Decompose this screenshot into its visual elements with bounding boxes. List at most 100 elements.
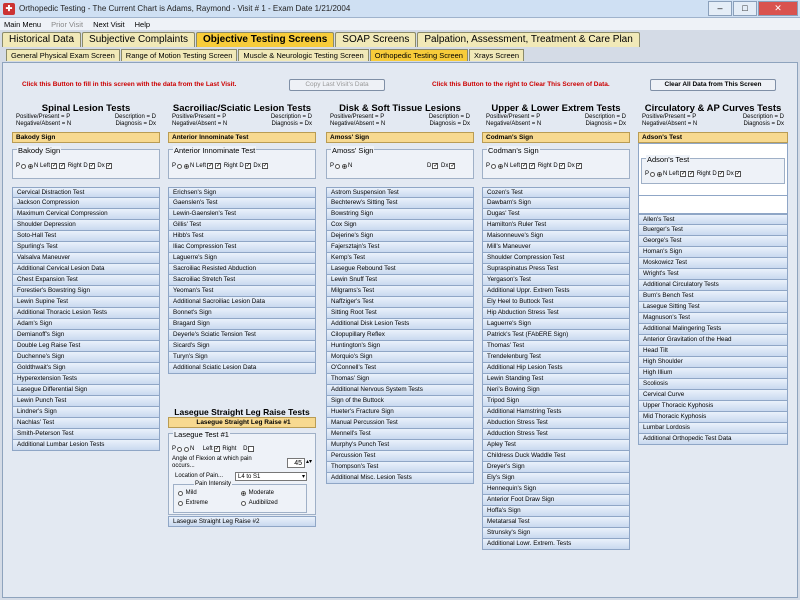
test-button[interactable]: Demianoff's Sign [12, 330, 160, 341]
neutral-radio[interactable] [342, 163, 348, 169]
test-button[interactable]: Homan's Sign [638, 247, 788, 258]
test-button[interactable]: Additional Circulatory Tests [638, 280, 788, 291]
d-checkbox[interactable]: ✓ [432, 163, 438, 169]
test-button[interactable]: Additional Nervous System Tests [326, 385, 474, 396]
test-button[interactable]: Chest Expansion Test [12, 275, 160, 286]
test-button[interactable]: Nachlas' Test [12, 418, 160, 429]
test-button[interactable]: Metatarsal Test [482, 517, 630, 528]
d-checkbox[interactable] [248, 446, 255, 452]
test-button[interactable]: Burn's Bench Test [638, 291, 788, 302]
test-button[interactable]: Double Leg Raise Test [12, 341, 160, 352]
test-button[interactable]: Abduction Stress Test [482, 418, 630, 429]
neutral-radio[interactable] [657, 171, 663, 177]
test-button[interactable]: Adam's Sign [12, 319, 160, 330]
test-button[interactable]: Strunsky's Sign [482, 528, 630, 539]
test-button[interactable]: Tripod Sign [482, 396, 630, 407]
test-button[interactable]: Smith-Peterson Test [12, 429, 160, 440]
test-button[interactable]: Additional Thoracic Lesion Tests [12, 308, 160, 319]
test-button[interactable]: Additional Sciatic Lesion Data [168, 363, 316, 374]
positive-radio[interactable] [335, 163, 341, 169]
test-button[interactable]: O'Connell's Test [326, 363, 474, 374]
positive-radio[interactable] [21, 163, 27, 169]
test-button[interactable]: Manual Percussion Test [326, 418, 474, 429]
d-checkbox[interactable]: ✓ [244, 163, 251, 169]
test-button[interactable]: Goldthwait's Sign [12, 363, 160, 374]
test-button[interactable]: Astrom Suspension Test [326, 187, 474, 198]
left-checkbox[interactable]: ✓ [51, 163, 57, 169]
test-button[interactable]: Patrick's Test (FAbERE Sign) [482, 330, 630, 341]
test-button[interactable]: Murphy's Punch Test [326, 440, 474, 451]
menu-help[interactable]: Help [135, 20, 150, 29]
test-button[interactable]: Morquio's Sign [326, 352, 474, 363]
test-button[interactable]: Hibb's Test [168, 231, 316, 242]
test-button[interactable]: Additional Misc. Lesion Tests [326, 473, 474, 484]
test-button[interactable]: Dreyer's Sign [482, 462, 630, 473]
test-button[interactable]: Lewin Supine Test [12, 297, 160, 308]
test-button[interactable]: Hip Abduction Stress Test [482, 308, 630, 319]
positive-radio[interactable] [650, 171, 656, 177]
neutral-radio[interactable] [498, 163, 504, 169]
test-button[interactable]: High Shoulder [638, 357, 788, 368]
test-button[interactable]: Shoulder Compression Test [482, 253, 630, 264]
test-button[interactable]: Ely's Sign [482, 473, 630, 484]
test-button[interactable]: Additional Hip Lesion Tests [482, 363, 630, 374]
menu-next-visit[interactable]: Next Visit [93, 20, 125, 29]
test-button[interactable]: Hennequin's Sign [482, 484, 630, 495]
dx-checkbox[interactable]: ✓ [575, 163, 582, 169]
test-button[interactable]: Gaenslen's Test [168, 198, 316, 209]
test-button[interactable]: Hueter's Fracture Sign [326, 407, 474, 418]
test-button[interactable]: Turyn's Sign [168, 352, 316, 363]
location-select[interactable]: L4 to S1 ▾ [235, 472, 307, 481]
tab-soap-screens[interactable]: SOAP Screens [335, 32, 417, 47]
test-button[interactable]: Maisonneuve's Sign [482, 231, 630, 242]
test-button[interactable]: Bragard Sign [168, 319, 316, 330]
test-button[interactable]: Childress Duck Waddle Test [482, 451, 630, 462]
test-button[interactable]: Yeoman's Test [168, 286, 316, 297]
dx-checkbox[interactable]: ✓ [261, 163, 268, 169]
left-d-checkbox[interactable]: ✓ [59, 163, 65, 169]
test-button[interactable]: Sacroiliac Stretch Test [168, 275, 316, 286]
test-button[interactable]: Duchenne's Sign [12, 352, 160, 363]
test-button[interactable]: Mid Thoracic Kyphosis [638, 412, 788, 423]
test-button[interactable]: Percussion Test [326, 451, 474, 462]
test-button[interactable]: Additional Lowr. Extrem. Tests [482, 539, 630, 550]
test-button[interactable]: Ely Heel to Buttock Test [482, 297, 630, 308]
test-button[interactable]: Anterior Foot Draw Sign [482, 495, 630, 506]
test-button[interactable]: Hoffa's Sign [482, 506, 630, 517]
dx-checkbox[interactable]: ✓ [105, 163, 112, 169]
test-button[interactable]: Sicard's Sign [168, 341, 316, 352]
test-button[interactable]: Dejerine's Sign [326, 231, 474, 242]
test-button[interactable]: Lewin Standing Test [482, 374, 630, 385]
test-button[interactable]: Laguerre's Sign [168, 253, 316, 264]
left-checkbox[interactable]: ✓ [207, 163, 213, 169]
test-button[interactable]: Mill's Maneuver [482, 242, 630, 253]
dx-checkbox[interactable]: ✓ [734, 171, 741, 177]
test-button[interactable]: Neri's Bowing Sign [482, 385, 630, 396]
tab-subjective-complaints[interactable]: Subjective Complaints [82, 32, 195, 47]
test-button[interactable]: Huntington's Sign [326, 341, 474, 352]
test-button[interactable]: Additional Uppr. Extrem Tests [482, 286, 630, 297]
test-button[interactable]: Hamilton's Ruler Test [482, 220, 630, 231]
test-button[interactable]: Anterior Gravitation of the Head [638, 335, 788, 346]
test-button[interactable]: Additional Sacroiliac Lesion Data [168, 297, 316, 308]
test-button[interactable]: Moskowicz Test [638, 258, 788, 269]
test-button[interactable]: Yergason's Test [482, 275, 630, 286]
tab-xrays[interactable]: Xrays Screen [468, 49, 525, 61]
test-button[interactable]: Lumbar Lordosis [638, 423, 788, 434]
d-checkbox[interactable]: ✓ [717, 171, 724, 177]
maximize-button[interactable]: □ [733, 1, 757, 16]
test-button[interactable]: Milgrams's Test [326, 286, 474, 297]
test-button[interactable]: Thomas' Test [482, 341, 630, 352]
test-button[interactable]: George's Test [638, 236, 788, 247]
test-button[interactable]: Wright's Test [638, 269, 788, 280]
test-button[interactable]: Bowstring Sign [326, 209, 474, 220]
test-button[interactable]: Lewin Punch Test [12, 396, 160, 407]
test-button[interactable]: Lindner's Sign [12, 407, 160, 418]
test-button[interactable]: Sitting Root Test [326, 308, 474, 319]
test-button[interactable]: Bechterew's Sitting Test [326, 198, 474, 209]
test-button[interactable]: Additional Hamstring Tests [482, 407, 630, 418]
test-button[interactable]: Fajersztajn's Test [326, 242, 474, 253]
test-button[interactable]: Bonnet's Sign [168, 308, 316, 319]
test-button[interactable]: Iliac Compression Test [168, 242, 316, 253]
test-button[interactable]: Buerger's Test [638, 225, 788, 236]
